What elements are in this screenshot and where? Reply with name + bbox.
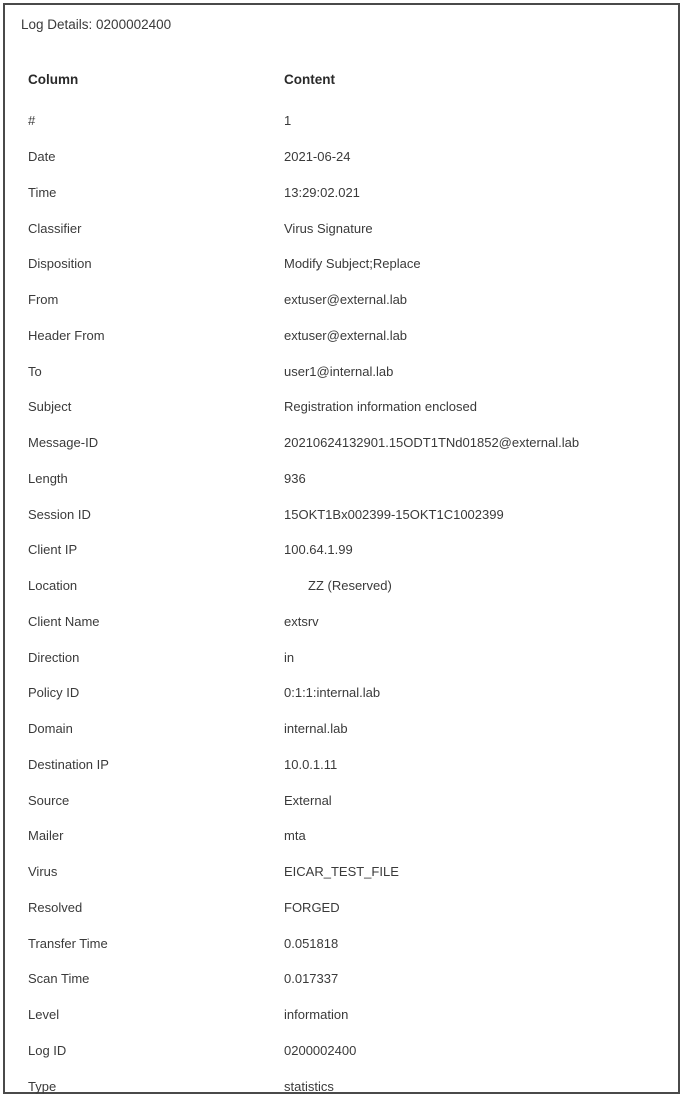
row-column-name: Domain: [28, 721, 73, 737]
table-row: Transfer Time 0.051818: [28, 925, 668, 961]
table-row: To user1@internal.lab: [28, 353, 668, 389]
row-column-name: Destination IP: [28, 756, 109, 772]
table-row: Destination IP 10.0.1.11: [28, 747, 668, 783]
table-row: Classifier Virus Signature: [28, 210, 668, 246]
row-content-value: 936: [284, 470, 306, 486]
row-column-name: Date: [28, 149, 56, 165]
table-row: From extuser@external.lab: [28, 282, 668, 318]
table-row: Disposition Modify Subject;Replace: [28, 246, 668, 282]
row-column-name: Transfer Time: [28, 935, 108, 951]
row-column-name: Policy ID: [28, 685, 80, 701]
table-row: Subject Registration information enclosed: [28, 389, 668, 425]
table-row: Mailer mta: [28, 818, 668, 854]
log-details-panel: Log Details: 0200002400 Column Content #…: [3, 3, 680, 1094]
row-column-name: Client Name: [28, 613, 100, 629]
table-header-row: Column Content: [28, 67, 668, 92]
row-column-name: Source: [28, 792, 70, 808]
row-column-name: Session ID: [28, 506, 91, 522]
table-row: Client Name extsrv: [28, 604, 668, 640]
row-column-name: To: [28, 363, 42, 379]
log-details-table: Column Content #1 Date 2021-06-24 Time 13:29…: [28, 67, 668, 1104]
row-content-value: EICAR_TEST_FILE: [284, 864, 399, 880]
row-content-value: mta: [284, 828, 306, 844]
row-column-name: From: [28, 292, 59, 308]
row-content-value: 20210624132901.15ODT1TNd01852@external.l…: [284, 435, 580, 451]
row-column-name: Time: [28, 184, 57, 200]
row-column-name: #: [28, 113, 36, 129]
row-column-name: Disposition: [28, 256, 92, 272]
table-row: Policy ID 0:1:1:internal.lab: [28, 675, 668, 711]
table-row: Time 13:29:02.021: [28, 175, 668, 211]
table-row: #1: [28, 103, 668, 139]
row-content-value: 10.0.1.11: [284, 756, 338, 772]
table-row: Scan Time 0.017337: [28, 961, 668, 997]
row-content-value: External: [284, 792, 332, 808]
row-column-name: Type: [28, 1078, 57, 1094]
row-column-name: Client IP: [28, 542, 78, 558]
content-header: Content: [284, 72, 335, 87]
row-content-value: 2021-06-24: [284, 149, 351, 165]
column-header: Column: [28, 72, 79, 87]
table-row: Resolved FORGED: [28, 890, 668, 926]
row-content-value: Registration information enclosed: [284, 399, 477, 415]
row-column-name: Direction: [28, 649, 80, 665]
row-column-name: Subject: [28, 399, 72, 415]
table-row: Virus EICAR_TEST_FILE: [28, 854, 668, 890]
row-column-name: Scan Time: [28, 971, 90, 987]
row-content-value: extuser@external.lab: [284, 327, 408, 343]
row-content-value: 100.64.1.99: [284, 542, 353, 558]
row-content-value: extsrv: [284, 613, 319, 629]
table-row: Level information: [28, 997, 668, 1033]
row-content-value: 0.017337: [284, 971, 339, 987]
table-row: Log ID 0200002400: [28, 1033, 668, 1069]
row-content-value: user1@internal.lab: [284, 363, 394, 379]
row-content-value: information: [284, 1007, 349, 1023]
table-row: Location ZZ (Reserved): [28, 568, 668, 604]
table-row: Direction in: [28, 639, 668, 675]
row-column-name: Length: [28, 470, 68, 486]
row-content-value: in: [284, 649, 295, 665]
row-content-value: ZZ (Reserved): [308, 578, 392, 594]
row-content-value: 0.051818: [284, 935, 339, 951]
table-row: Message-ID 20210624132901.15ODT1TNd01852@…: [28, 425, 668, 461]
row-content-value: 15OKT1Bx002399-15OKT1C1002399: [284, 506, 504, 522]
panel-title: Log Details: 0200002400: [21, 17, 172, 32]
table-row: Domain internal.lab: [28, 711, 668, 747]
table-row: Length 936: [28, 461, 668, 497]
row-content-value: statistics: [284, 1078, 334, 1094]
table-row: Source External: [28, 782, 668, 818]
row-column-name: Header From: [28, 327, 105, 343]
row-content-value: extuser@external.lab: [284, 292, 408, 308]
row-content-value: Modify Subject;Replace: [284, 256, 421, 272]
row-column-name: Classifier: [28, 220, 82, 236]
row-column-name: Log ID: [28, 1042, 67, 1058]
row-content-value: 0200002400: [284, 1042, 357, 1058]
row-content-value: 0:1:1:internal.lab: [284, 685, 381, 701]
table-row: Client IP 100.64.1.99: [28, 532, 668, 568]
row-content-value: internal.lab: [284, 721, 348, 737]
row-column-name: Resolved: [28, 899, 83, 915]
row-column-name: Message-ID: [28, 435, 99, 451]
row-column-name: Virus: [28, 864, 58, 880]
table-row: Session ID 15OKT1Bx002399-15OKT1C1002399: [28, 496, 668, 532]
row-content-value: FORGED: [284, 899, 340, 915]
row-content-value: 13:29:02.021: [284, 184, 360, 200]
table-row: Header From extuser@external.lab: [28, 318, 668, 354]
row-column-name: Level: [28, 1007, 60, 1023]
row-content-value: Virus Signature: [284, 220, 373, 236]
row-column-name: Location: [28, 578, 78, 594]
row-content-value: 1: [284, 113, 292, 129]
table-row: Date 2021-06-24: [28, 139, 668, 175]
row-column-name: Mailer: [28, 828, 64, 844]
